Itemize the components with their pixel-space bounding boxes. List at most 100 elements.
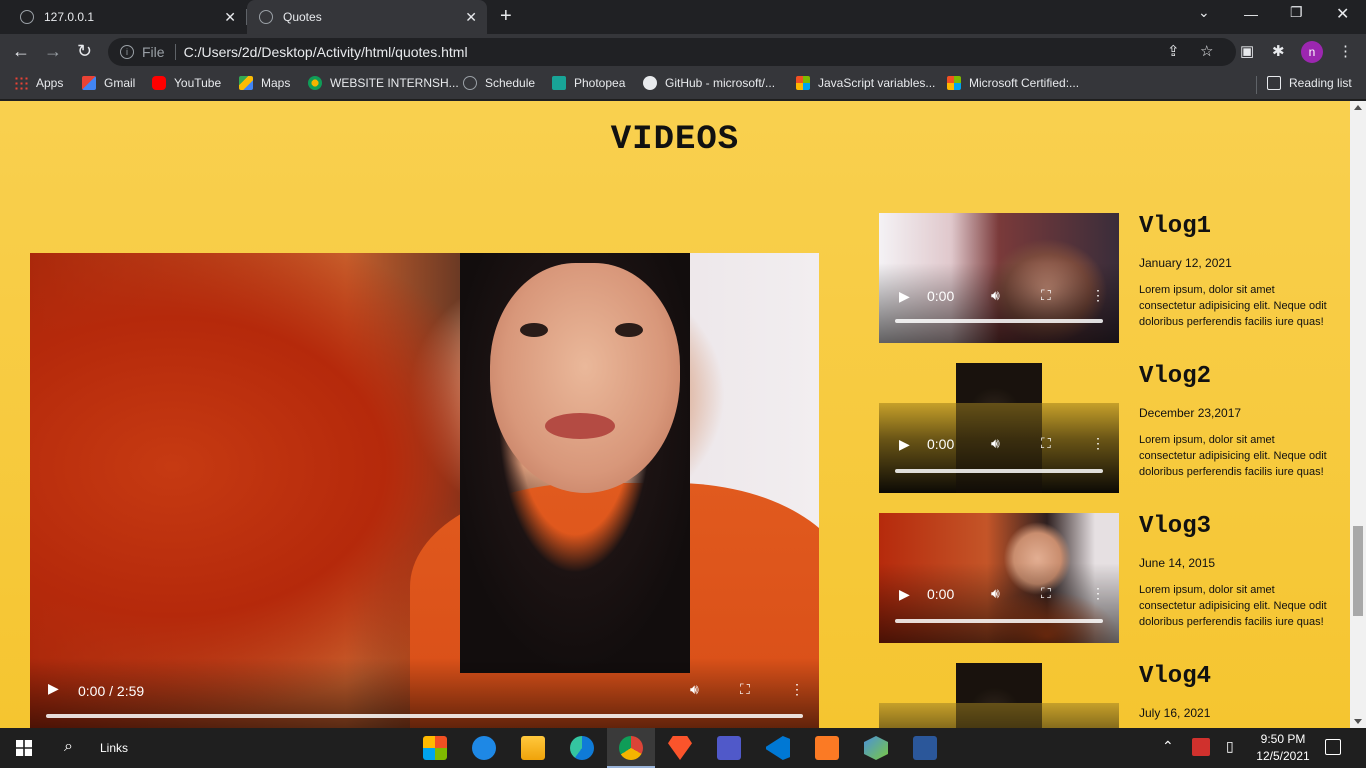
video-progress-bar[interactable] xyxy=(895,319,1103,323)
bookmark-star-icon[interactable]: ☆ xyxy=(1200,42,1213,60)
info-icon[interactable]: i xyxy=(120,45,134,59)
globe-icon xyxy=(463,76,477,90)
restore-button[interactable]: ❐ xyxy=(1290,4,1303,21)
fullscreen-icon[interactable]: ⛶ xyxy=(740,681,750,698)
reading-list-button[interactable]: Reading list xyxy=(1267,76,1352,90)
tab-title: Quotes xyxy=(283,10,322,24)
teams-icon[interactable] xyxy=(717,736,741,760)
vlog-title: Vlog1 xyxy=(1139,213,1212,240)
extensions-icon[interactable]: ✱ xyxy=(1272,42,1285,60)
acrobat-icon[interactable] xyxy=(1192,738,1210,756)
close-window-button[interactable]: ✕ xyxy=(1336,4,1349,24)
video-progress-bar[interactable] xyxy=(895,619,1103,623)
bookmark-gmail[interactable]: Gmail xyxy=(82,76,135,90)
volume-icon[interactable]: 🔊︎ xyxy=(991,287,1000,304)
tab-quotes[interactable]: Quotes ✕ xyxy=(247,0,487,34)
bookmark-javascript-variables[interactable]: JavaScript variables... xyxy=(796,76,935,90)
bookmark-website-internship[interactable]: WEBSITE INTERNSH... xyxy=(308,76,459,90)
url-text[interactable]: C:/Users/2d/Desktop/Activity/html/quotes… xyxy=(184,44,468,60)
vlog-title: Vlog2 xyxy=(1139,363,1212,390)
reload-button[interactable]: ↻ xyxy=(77,41,92,62)
tab-localhost[interactable]: 127.0.0.1 ✕ xyxy=(8,0,247,34)
bookmark-label: Maps xyxy=(261,76,291,90)
fullscreen-icon[interactable]: ⛶ xyxy=(1041,585,1051,602)
bookmark-schedule[interactable]: Schedule xyxy=(463,76,535,90)
main-video-player[interactable]: ▶ 0:00 / 2:59 🔊︎ ⛶ ⋮ xyxy=(30,253,819,728)
notifications-icon[interactable] xyxy=(1325,739,1341,755)
fullscreen-icon[interactable]: ⛶ xyxy=(1041,287,1051,304)
bookmark-microsoft-certified[interactable]: Microsoft Certified:... xyxy=(947,76,1079,90)
xampp-icon[interactable] xyxy=(815,736,839,760)
bookmark-photopea[interactable]: Photopea xyxy=(552,76,625,90)
play-icon[interactable]: ▶ xyxy=(48,680,59,697)
close-tab-icon[interactable]: ✕ xyxy=(224,9,236,26)
bookmark-apps[interactable]: Apps xyxy=(14,76,63,90)
volume-icon[interactable]: 🔊︎ xyxy=(991,585,1000,602)
virtualbox-icon[interactable] xyxy=(864,736,888,760)
vlog-date: July 16, 2021 xyxy=(1139,706,1211,720)
edge-icon[interactable] xyxy=(570,736,594,760)
more-options-icon[interactable]: ⋮ xyxy=(1091,287,1105,304)
more-options-icon[interactable]: ⋮ xyxy=(1091,435,1105,452)
bookmark-label: YouTube xyxy=(174,76,222,90)
microsoft-icon xyxy=(947,76,961,90)
bookmark-label: GitHub - microsoft/... xyxy=(665,76,776,90)
video-progress-bar[interactable] xyxy=(46,714,803,718)
address-bar[interactable]: i File C:/Users/2d/Desktop/Activity/html… xyxy=(108,38,1236,66)
vlog-date: June 14, 2015 xyxy=(1139,556,1216,570)
vlog-video-player[interactable]: ▶ 0:00 🔊︎ ⛶ ⋮ xyxy=(879,363,1119,493)
vscode-icon[interactable] xyxy=(766,736,790,760)
search-icon[interactable]: ⌕ xyxy=(64,738,73,756)
show-hidden-icons-chevron-icon[interactable]: ⌃ xyxy=(1162,738,1174,755)
page-scrollbar[interactable] xyxy=(1350,101,1366,728)
browser-toolbar: ← → ↻ i File C:/Users/2d/Desktop/Activit… xyxy=(0,34,1366,70)
volume-icon[interactable]: 🔊︎ xyxy=(690,681,699,698)
photopea-icon xyxy=(552,76,566,90)
new-tab-button[interactable]: + xyxy=(500,5,512,28)
forward-button[interactable]: → xyxy=(44,41,62,62)
microsoft-store-icon[interactable] xyxy=(423,736,447,760)
vlog-description: Lorem ipsum, dolor sit amet consectetur … xyxy=(1139,434,1327,478)
media-icon[interactable]: ▣ xyxy=(1240,42,1254,60)
brave-icon[interactable] xyxy=(668,736,692,760)
back-button[interactable]: ← xyxy=(12,41,30,62)
vlog-video-player[interactable]: ▶ 0:00 🔊︎ ⛶ ⋮ xyxy=(879,213,1119,343)
windows-start-icon[interactable] xyxy=(16,740,32,756)
bookmark-label: Schedule xyxy=(485,76,536,90)
sync-app-icon[interactable] xyxy=(472,736,496,760)
search-label[interactable]: Links xyxy=(100,741,128,755)
share-icon[interactable]: ⇪ xyxy=(1167,42,1180,60)
chrome-icon[interactable] xyxy=(619,736,643,760)
clock-time[interactable]: 9:50 PM xyxy=(1250,732,1316,746)
volume-icon[interactable]: 🔊︎ xyxy=(991,435,1000,452)
bookmark-github[interactable]: GitHub - microsoft/... xyxy=(643,76,775,90)
battery-icon[interactable]: ▯ xyxy=(1226,738,1234,755)
play-icon[interactable]: ▶ xyxy=(899,288,910,305)
vlog-description: Lorem ipsum, dolor sit amet consectetur … xyxy=(1139,284,1327,328)
video-progress-bar[interactable] xyxy=(895,469,1103,473)
scroll-thumb[interactable] xyxy=(1353,526,1363,616)
tab-search-chevron-icon[interactable]: ⌄ xyxy=(1198,4,1210,21)
bookmark-maps[interactable]: Maps xyxy=(239,76,290,90)
vlog-date: January 12, 2021 xyxy=(1139,256,1232,270)
reading-list-label: Reading list xyxy=(1289,76,1352,90)
play-icon[interactable]: ▶ xyxy=(899,436,910,453)
bookmark-youtube[interactable]: YouTube xyxy=(152,76,221,90)
vlog-title: Vlog3 xyxy=(1139,513,1212,540)
minimize-button[interactable]: — xyxy=(1244,6,1258,22)
more-options-icon[interactable]: ⋮ xyxy=(790,681,804,698)
scroll-up-arrow-icon[interactable] xyxy=(1354,105,1362,110)
divider xyxy=(1256,76,1257,94)
file-explorer-icon[interactable] xyxy=(521,736,545,760)
profile-avatar[interactable]: n xyxy=(1301,41,1323,63)
more-options-icon[interactable]: ⋮ xyxy=(1091,585,1105,602)
menu-icon[interactable]: ⋮ xyxy=(1338,42,1353,60)
close-tab-icon[interactable]: ✕ xyxy=(465,9,477,26)
word-icon[interactable] xyxy=(913,736,937,760)
scroll-down-arrow-icon[interactable] xyxy=(1354,719,1362,724)
fullscreen-icon[interactable]: ⛶ xyxy=(1041,435,1051,452)
play-icon[interactable]: ▶ xyxy=(899,586,910,603)
vlog-video-player[interactable]: ▶ 0:00 🔊︎ ⛶ ⋮ xyxy=(879,513,1119,643)
vlog-video-player[interactable] xyxy=(879,663,1119,728)
clock-date[interactable]: 12/5/2021 xyxy=(1250,749,1316,763)
